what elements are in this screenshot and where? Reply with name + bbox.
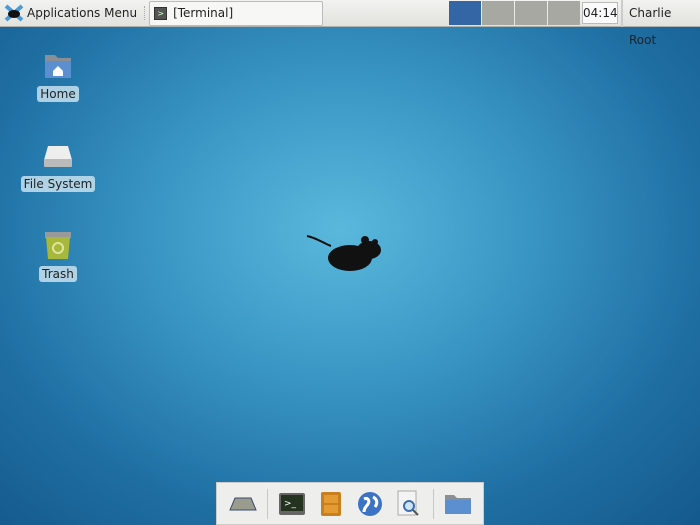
terminal-icon: > (154, 6, 168, 20)
taskbar-button-terminal[interactable]: > [Terminal] (149, 0, 324, 26)
terminal-icon: >_ (278, 492, 305, 515)
desktop-icon-label: Home (37, 86, 79, 102)
desktop-icon-file-system[interactable]: File System (18, 142, 98, 192)
xfce-mouse-icon (4, 4, 24, 22)
workspace-switcher (449, 1, 581, 25)
dock-separator (432, 488, 434, 519)
user-menu[interactable]: Charlie Root (621, 0, 700, 47)
desktop-icon-home[interactable]: Home (18, 52, 98, 102)
top-panel: Applications Menu > [Terminal] 04:14 Cha… (0, 0, 700, 47)
taskbar-label: [Terminal] (173, 6, 234, 20)
workspace-3[interactable] (515, 1, 547, 25)
search-icon (397, 490, 419, 516)
show-desktop-button[interactable] (228, 489, 258, 519)
folder-icon (444, 494, 471, 514)
workspace-4[interactable] (548, 1, 580, 25)
file-cabinet-icon (320, 491, 341, 516)
terminal-launcher[interactable]: >_ (277, 489, 307, 519)
desktop-icon-label: File System (20, 176, 96, 192)
workspace-2[interactable] (482, 1, 514, 25)
dock: >_ (216, 482, 484, 525)
panel-separator (144, 6, 146, 20)
search-launcher[interactable] (394, 489, 424, 519)
workspace-1[interactable] (449, 1, 481, 25)
applications-menu-button[interactable]: Applications Menu (0, 0, 141, 27)
dock-separator (266, 488, 268, 519)
web-browser-icon (357, 491, 382, 516)
trash-icon (45, 232, 71, 259)
desktop-icon-trash[interactable]: Trash (18, 230, 98, 282)
desktop-icon-label: Trash (39, 266, 77, 282)
file-manager-launcher[interactable] (316, 489, 346, 519)
home-folder-icon (45, 55, 71, 78)
folder-launcher[interactable] (443, 489, 473, 519)
svg-text:>_: >_ (284, 499, 297, 509)
applications-menu-label: Applications Menu (27, 6, 138, 20)
xfce-mouse-logo (306, 235, 381, 271)
drive-icon (44, 146, 72, 167)
clock[interactable]: 04:14 (582, 2, 618, 24)
show-desktop-icon (228, 497, 257, 510)
web-browser-launcher[interactable] (355, 489, 385, 519)
